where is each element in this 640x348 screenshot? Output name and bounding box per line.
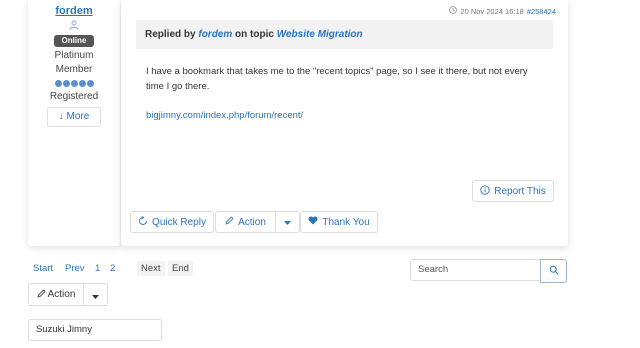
pagination-page-2[interactable]: 2 [110,263,115,274]
rank-dot [78,80,86,87]
on-topic-text: on topic [235,29,274,40]
action-label: Action [238,216,266,228]
topic-link[interactable]: Website Migration [277,29,363,40]
pagination-page-1[interactable]: 1 [95,263,100,274]
post-id-link[interactable]: #258424 [527,7,556,16]
quick-reply-label: Quick Reply [152,216,206,228]
report-button[interactable]: Report This [472,180,554,202]
reply-icon [138,215,148,229]
info-icon [480,184,490,198]
rank-dots [28,80,120,87]
action-dropdown-toggle[interactable] [276,211,300,233]
quick-reply-button[interactable]: Quick Reply [130,211,214,233]
rank-dot [54,80,62,87]
reply-header: Replied by fordem on topic Website Migra… [136,20,553,49]
pencil-icon [37,288,46,301]
caret-down-icon [284,217,291,228]
post-card: 20 Nov 2024 16:18 #258424 Replied by for… [121,0,568,246]
post-meta: 20 Nov 2024 16:18 #258424 [449,6,556,16]
replied-prefix: Replied by [145,29,196,40]
replied-user-link[interactable]: fordem [198,29,232,40]
post-url-link[interactable]: bigjimny.com/index.php/forum/recent/ [146,110,303,121]
user-icon [28,20,120,32]
pencil-icon [225,216,234,228]
action-button[interactable]: Action [215,211,276,233]
user-rank: Platinum Member [28,49,120,77]
heart-icon [308,216,318,228]
topic-action-label: Action [47,289,76,300]
registered-label: Registered [49,91,99,102]
rank-dot [70,80,78,87]
search-input[interactable]: Search [410,259,541,281]
pagination-prev[interactable]: Prev [65,263,85,274]
thank-you-button[interactable]: Thank You [300,211,378,233]
search-icon [549,262,559,280]
pagination-end[interactable]: End [168,261,193,276]
thank-you-label: Thank You [322,216,370,228]
search-button[interactable] [540,259,567,283]
rank-dot [62,80,70,87]
rank-line1: Platinum [54,50,94,61]
category-field[interactable]: Suzuki Jimny [28,319,162,341]
username-link[interactable]: fordem [28,5,120,17]
topic-action-button[interactable]: Action [28,283,84,306]
clock-icon [449,6,458,16]
caret-down-icon [92,286,99,304]
online-status-badge: Online [54,35,94,47]
post-date: 20 Nov 2024 16:18 [460,6,524,16]
report-label: Report This [494,185,546,197]
more-button[interactable]: ↓ More [47,107,101,127]
user-profile-card: fordem Online Platinum Member Registered… [28,0,120,246]
topic-action-dropdown-toggle[interactable] [84,283,108,306]
pagination-next[interactable]: Next [137,261,165,276]
rank-dot [86,80,94,87]
rank-line2: Member [55,64,93,75]
post-body: I have a bookmark that takes me to the "… [146,66,528,92]
pagination-start[interactable]: Start [33,263,53,274]
